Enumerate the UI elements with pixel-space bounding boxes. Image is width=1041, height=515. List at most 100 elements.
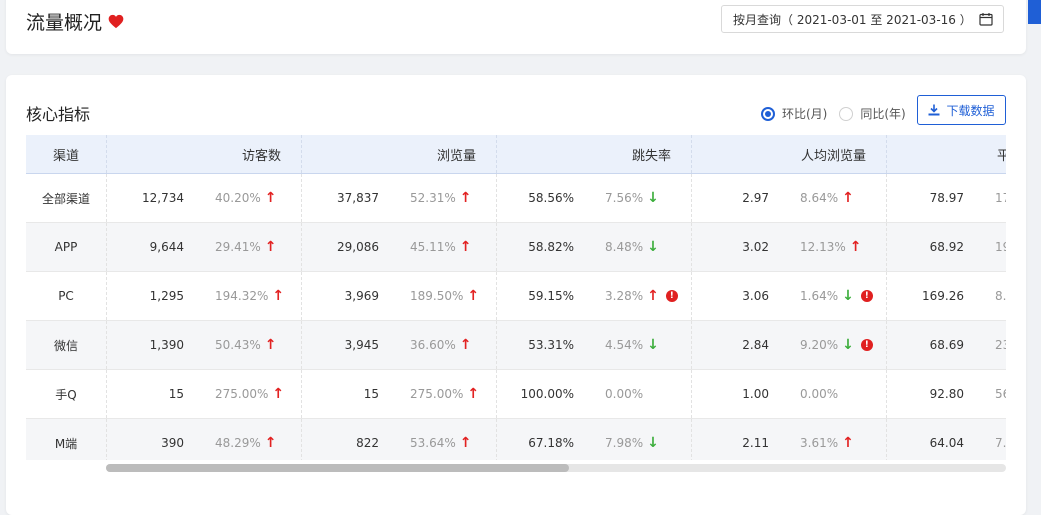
metric-change-text: 0.00% [800, 387, 839, 401]
metric-value: 2.97 [742, 191, 769, 205]
metric-change: 45.11% ↑ [410, 239, 472, 255]
metric-value: 1,390 [149, 338, 184, 352]
metric-change-text: 53.64% [410, 436, 456, 450]
metric-value: 68.92 [929, 240, 964, 254]
page-title: 流量概况 [26, 8, 124, 35]
metrics-table-viewport: 渠道访客数浏览量跳失率人均浏览量平均停留时 全部渠道12,73440.20%↑3… [26, 135, 1006, 460]
download-icon [928, 104, 940, 116]
metric-cell: 169.26 8. [887, 272, 1006, 320]
channel-cell: APP [26, 223, 107, 271]
metric-change-text: 3.28% [605, 289, 644, 303]
arrow-up-icon: ↑ [272, 288, 285, 304]
column-header-label: 人均浏览量 [800, 148, 866, 164]
metric-change-text: 3.61% [800, 436, 839, 450]
metric-value: 78.97 [929, 191, 964, 205]
column-header-metric: 跳失率 [497, 135, 692, 173]
radio-yoy-label: 同比(年) [860, 107, 906, 121]
metric-value: 822 [356, 436, 379, 450]
metric-cell: 15 275.00% ↑ [302, 370, 497, 418]
arrow-up-icon: ↑ [849, 239, 862, 255]
heart-icon [108, 14, 124, 29]
metric-change-text: 23. [995, 338, 1006, 352]
metric-change: 194.32% ↑ [215, 288, 284, 304]
metric-value: 15 [363, 387, 379, 401]
horizontal-scrollbar[interactable] [106, 464, 1006, 472]
metric-change: 3.28% ↑! [605, 288, 678, 304]
metric-value: 29,086 [337, 240, 379, 254]
arrow-down-icon: ↓ [647, 190, 659, 206]
metric-change: 19. [995, 240, 1006, 254]
warning-icon[interactable]: ! [665, 290, 678, 302]
arrow-up-icon: ↑ [842, 190, 854, 206]
metric-change: 4.54% ↓ [605, 337, 659, 353]
column-header-label: 渠道 [52, 148, 79, 164]
metric-change: 3.61% ↑ [800, 435, 854, 451]
metric-value: 58.82% [528, 240, 574, 254]
date-range-picker[interactable]: 按月查询（ 2021-03-01 至 2021-03-16 ） [721, 5, 1004, 33]
metric-change: 40.20% ↑ [215, 190, 277, 206]
page-title-text: 流量概况 [26, 12, 103, 34]
metric-change-text: 50.43% [215, 338, 261, 352]
calendar-icon [979, 13, 993, 26]
metric-change-text: 40.20% [215, 191, 261, 205]
metric-value: 2.84 [742, 338, 769, 352]
download-label: 下载数据 [946, 103, 995, 118]
column-header-metric: 平均停留时 [887, 135, 1006, 173]
metrics-table: 渠道访客数浏览量跳失率人均浏览量平均停留时 全部渠道12,73440.20%↑3… [26, 135, 1006, 460]
table-body: 全部渠道 12,734 40.20% ↑ 37,837 52.31% ↑ 58.56% 7.56… [26, 174, 1006, 460]
metric-cell: 15 275.00% ↑ [107, 370, 302, 418]
column-header-channel: 渠道 [26, 135, 107, 173]
metric-cell: 2.97 8.64% ↑ [692, 174, 887, 222]
radio-yoy[interactable]: 同比(年) [839, 105, 906, 122]
header-card: 流量概况 按月查询（ 2021-03-01 至 2021-03-16 ） [6, 0, 1026, 54]
arrow-up-icon: ↑ [264, 337, 277, 353]
metric-change: 7. [995, 436, 1006, 450]
download-data-button[interactable]: 下载数据 [917, 95, 1006, 125]
column-header-metric: 人均浏览量 [692, 135, 887, 173]
table-row: 全部渠道 12,734 40.20% ↑ 37,837 52.31% ↑ 58.56% 7.56… [26, 174, 1006, 223]
metric-change: 1.64% ↓! [800, 288, 873, 304]
section-title: 核心指标 [26, 105, 91, 124]
column-header-label: 跳失率 [631, 148, 671, 164]
metric-change: 7.56% ↓ [605, 190, 659, 206]
metric-change-text: 8.64% [800, 191, 839, 205]
table-header: 渠道 访客数 浏览量 跳失率 人均浏览量 平均停留时 [26, 135, 1006, 174]
metric-value: 12,734 [142, 191, 184, 205]
arrow-up-icon: ↑ [459, 337, 472, 353]
metric-cell: 92.80 562 [887, 370, 1006, 418]
channel-cell: 微信 [26, 321, 107, 369]
metric-change-text: 1.64% [800, 289, 839, 303]
metric-cell: 64.04 7. [887, 419, 1006, 460]
metric-change: 53.64% ↑ [410, 435, 472, 451]
metric-value: 390 [161, 436, 184, 450]
column-header-label: 访客数 [241, 148, 281, 164]
arrow-up-icon: ↑ [467, 386, 480, 402]
metric-change-text: 29.41% [215, 240, 261, 254]
metric-change-text: 52.31% [410, 191, 456, 205]
metric-change: 8.64% ↑ [800, 190, 854, 206]
metric-change: 189.50% ↑ [410, 288, 479, 304]
metric-change: 17. [995, 191, 1006, 205]
metric-value: 1,295 [149, 289, 184, 303]
scrollbar-thumb[interactable] [106, 464, 569, 472]
metric-cell: 390 48.29% ↑ [107, 419, 302, 460]
warning-icon[interactable]: ! [860, 339, 873, 351]
metric-value: 9,644 [149, 240, 184, 254]
metric-change: 8. [995, 289, 1006, 303]
metric-cell: 3,945 36.60% ↑ [302, 321, 497, 369]
radio-mom[interactable]: 环比(月) [761, 105, 827, 122]
metric-change-text: 8.48% [605, 240, 644, 254]
metric-change-text: 7.98% [605, 436, 644, 450]
warning-icon[interactable]: ! [860, 290, 873, 302]
channel-cell: 手Q [26, 370, 107, 418]
metric-change-text: 17. [995, 191, 1006, 205]
date-range-text: 按月查询（ 2021-03-01 至 2021-03-16 ） [733, 12, 972, 27]
metric-cell: 67.18% 7.98% ↓ [497, 419, 692, 460]
metric-cell: 12,734 40.20% ↑ [107, 174, 302, 222]
metric-change: 275.00% ↑ [215, 386, 284, 402]
metric-cell: 2.11 3.61% ↑ [692, 419, 887, 460]
arrow-up-icon: ↑ [264, 435, 277, 451]
arrow-up-icon: ↑ [459, 190, 472, 206]
arrow-down-icon: ↓ [647, 435, 659, 451]
metric-change-text: 275.00% [410, 387, 464, 401]
